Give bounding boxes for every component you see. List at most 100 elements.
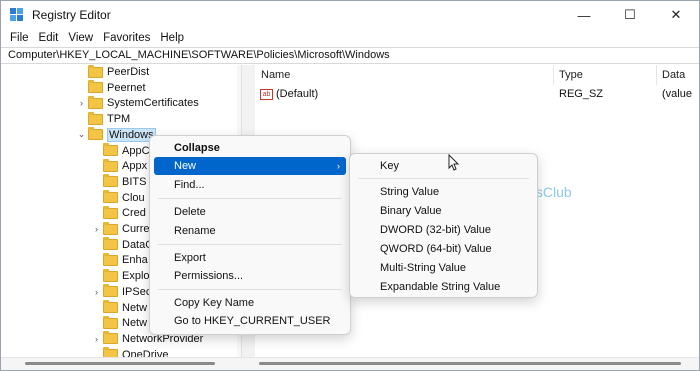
- mouse-pointer-icon: [448, 154, 460, 171]
- horizontal-scrollbar[interactable]: [1, 357, 699, 370]
- title-bar: Registry Editor — ☐ ✕: [1, 1, 699, 29]
- folder-icon: [103, 158, 118, 172]
- folder-icon: [103, 300, 118, 313]
- expand-chevron-icon[interactable]: ›: [92, 224, 101, 234]
- folder-icon: [103, 347, 118, 357]
- tree-item-windows[interactable]: ⌄ Windows: [77, 127, 156, 143]
- tree-item-label: TPM: [107, 113, 131, 126]
- new-submenu: Key String Value Binary Value DWORD (32-…: [349, 153, 538, 298]
- ctx-separator: [158, 289, 342, 290]
- tree-item-label: Explo: [122, 270, 150, 283]
- tree-item-label: Netw: [122, 301, 148, 314]
- column-header-data[interactable]: Data: [657, 65, 699, 85]
- menu-view[interactable]: View: [63, 32, 98, 44]
- folder-icon: [88, 95, 103, 109]
- folder-icon: [88, 65, 103, 78]
- tree-item-label: Appx: [122, 160, 148, 173]
- folder-icon: [103, 143, 118, 156]
- ctx-permissions[interactable]: Permissions...: [154, 267, 346, 285]
- ctx-find[interactable]: Find...: [154, 176, 346, 194]
- submenu-expandable-string-value[interactable]: Expandable String Value: [354, 278, 533, 296]
- ctx-export[interactable]: Export: [154, 249, 346, 267]
- submenu-dword-value[interactable]: DWORD (32-bit) Value: [354, 221, 533, 239]
- tree-item-netw[interactable]: Netw: [92, 315, 147, 331]
- tree-item-appx[interactable]: Appx: [92, 158, 147, 174]
- expand-chevron-icon[interactable]: ›: [92, 287, 101, 297]
- tree-item-netw[interactable]: Netw: [92, 300, 147, 316]
- folder-icon: [103, 190, 118, 204]
- tree-item-onedrive[interactable]: OneDrive: [92, 347, 168, 357]
- ctx-copy-key-name[interactable]: Copy Key Name: [154, 294, 346, 312]
- chevron-right-icon: ›: [337, 161, 340, 171]
- tree-item-label: AppC: [122, 144, 150, 157]
- tree-item-label: Netw: [122, 317, 148, 330]
- tree-item-datac[interactable]: DataC: [92, 237, 153, 253]
- menu-help[interactable]: Help: [155, 32, 189, 44]
- menu-bar: File Edit View Favorites Help: [1, 29, 189, 47]
- close-button[interactable]: ✕: [653, 1, 699, 29]
- tree-item-clou[interactable]: Clou: [92, 190, 145, 206]
- tree-item-peernet[interactable]: Peernet: [77, 80, 146, 96]
- expand-chevron-icon[interactable]: ›: [92, 334, 101, 344]
- folder-icon: [103, 331, 118, 345]
- window-title: Registry Editor: [32, 8, 111, 22]
- submenu-multi-string-value[interactable]: Multi-String Value: [354, 259, 533, 277]
- ctx-goto-hkcu[interactable]: Go to HKEY_CURRENT_USER: [154, 312, 346, 330]
- folder-icon: [88, 80, 103, 94]
- submenu-binary-value[interactable]: Binary Value: [354, 202, 533, 220]
- tree-item-label: Peernet: [107, 81, 146, 94]
- submenu-string-value[interactable]: String Value: [354, 183, 533, 201]
- folder-icon: [103, 174, 118, 188]
- tree-item-bits[interactable]: BITS: [92, 174, 146, 190]
- menu-edit[interactable]: Edit: [34, 32, 64, 44]
- folder-icon: [103, 284, 118, 298]
- tree-item-label: Clou: [122, 191, 145, 204]
- tree-item-label: SystemCertificates: [107, 97, 199, 110]
- list-scroll-thumb[interactable]: [259, 362, 681, 365]
- expand-chevron-icon[interactable]: ›: [77, 98, 86, 108]
- address-bar[interactable]: Computer\HKEY_LOCAL_MACHINE\SOFTWARE\Pol…: [1, 47, 699, 64]
- column-header-name[interactable]: Name: [256, 65, 554, 85]
- window-controls: — ☐ ✕: [561, 1, 699, 29]
- folder-icon: [103, 252, 118, 266]
- ctx-collapse[interactable]: Collapse: [154, 139, 346, 157]
- ctx-separator: [158, 244, 342, 245]
- folder-icon: [103, 315, 118, 329]
- minimize-button[interactable]: —: [561, 1, 607, 29]
- tree-item-label: Enha: [122, 254, 148, 267]
- tree-item-label: IPSec: [122, 285, 152, 298]
- folder-icon: [88, 111, 103, 125]
- registry-editor-window: Registry Editor — ☐ ✕ File Edit View Fav…: [0, 0, 700, 371]
- tree-item-systemcertificates[interactable]: › SystemCertificates: [77, 95, 199, 111]
- ctx-rename[interactable]: Rename: [154, 222, 346, 240]
- ctx-new-label: New: [174, 160, 197, 172]
- tree-item-label: OneDrive: [122, 348, 169, 357]
- folder-icon: [103, 205, 118, 219]
- ctx-new[interactable]: New ›: [154, 157, 346, 175]
- maximize-button[interactable]: ☐: [607, 1, 653, 29]
- registry-editor-app-icon: [10, 8, 24, 22]
- value-row-name[interactable]: ab (Default): [260, 85, 550, 103]
- context-menu: Collapse New › Find... Delete Rename Exp…: [149, 135, 351, 335]
- value-data: (value n: [662, 88, 692, 100]
- tree-item-enha[interactable]: Enha: [92, 252, 148, 268]
- folder-icon: [103, 237, 118, 251]
- tree-item-tpm[interactable]: TPM: [77, 111, 130, 127]
- folder-icon: [88, 127, 103, 141]
- expand-chevron-icon[interactable]: ⌄: [77, 129, 86, 140]
- menu-favorites[interactable]: Favorites: [98, 32, 155, 44]
- menu-file[interactable]: File: [5, 32, 34, 44]
- tree-item-cred[interactable]: Cred: [92, 205, 146, 221]
- submenu-key[interactable]: Key: [354, 157, 533, 175]
- tree-item-label: BITS: [122, 175, 147, 188]
- ctx-delete[interactable]: Delete: [154, 203, 346, 221]
- tree-item-explo[interactable]: Explo: [92, 268, 150, 284]
- tree-item-curre[interactable]: › Curre: [92, 221, 150, 237]
- tree-item-peerdist[interactable]: PeerDist: [77, 65, 149, 80]
- ctx-separator: [158, 198, 342, 199]
- column-header-type[interactable]: Type: [554, 65, 657, 85]
- tree-scroll-thumb[interactable]: [25, 362, 215, 365]
- tree-item-appc[interactable]: AppC: [92, 143, 150, 159]
- submenu-qword-value[interactable]: QWORD (64-bit) Value: [354, 240, 533, 258]
- tree-item-ipsec[interactable]: › IPSec: [92, 284, 151, 300]
